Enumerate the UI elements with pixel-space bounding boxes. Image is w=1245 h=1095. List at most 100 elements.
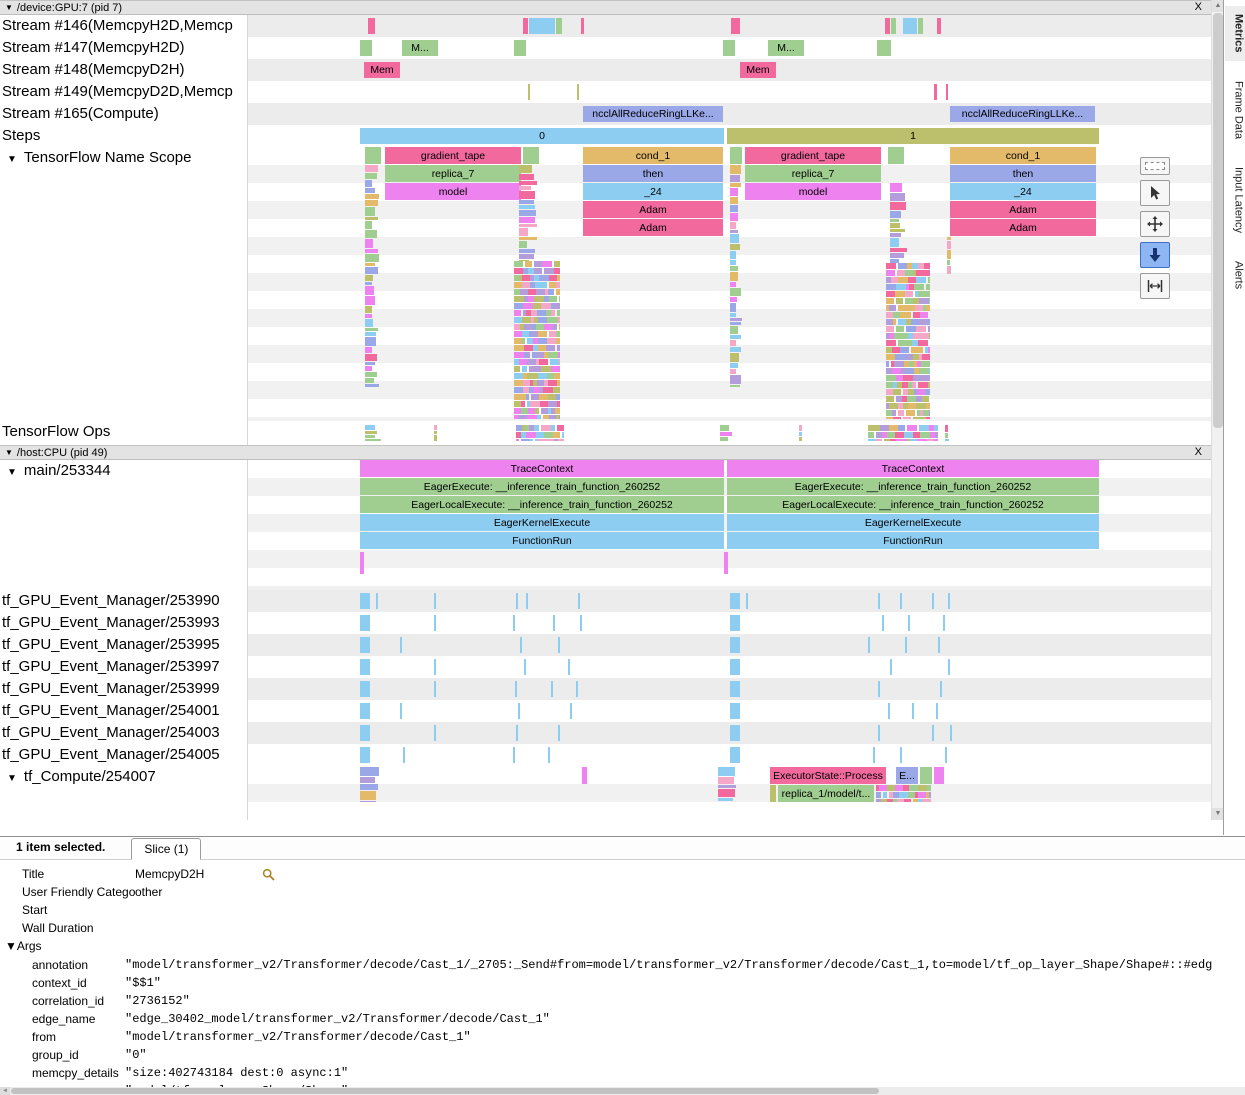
trace-event[interactable] (940, 681, 942, 697)
trace-event[interactable] (580, 615, 582, 631)
trace-event[interactable] (873, 747, 875, 763)
trace-event-eagerexecute-inference-train-function-260252[interactable]: EagerExecute: __inference_train_function… (360, 478, 724, 495)
trace-event[interactable] (948, 593, 950, 609)
trace-event[interactable] (912, 703, 914, 719)
trace-event-m[interactable]: M... (768, 40, 804, 56)
trace-event-tracecontext[interactable]: TraceContext (727, 460, 1099, 477)
trace-event[interactable] (360, 637, 370, 653)
trace-event[interactable] (518, 703, 520, 719)
gpu-section-close-button[interactable]: X (1195, 1, 1202, 14)
trace-event[interactable] (434, 681, 436, 697)
collapse-arrow-icon[interactable]: ▼ (7, 467, 17, 478)
trace-event[interactable] (434, 593, 436, 609)
trace-event-cluster[interactable] (945, 425, 949, 441)
trace-event[interactable] (360, 681, 370, 697)
trace-event-mem[interactable]: Mem (364, 62, 400, 78)
collapse-arrow-icon[interactable]: ▼ (7, 773, 17, 784)
trace-event[interactable] (945, 747, 947, 763)
timing-tool-button[interactable] (1140, 273, 1170, 299)
trace-event[interactable] (515, 681, 517, 697)
trace-event-cluster[interactable] (514, 261, 560, 419)
trace-event[interactable] (730, 659, 740, 675)
trace-event[interactable] (434, 725, 436, 741)
trace-event[interactable] (513, 747, 515, 763)
trace-event-functionrun[interactable]: FunctionRun (360, 532, 724, 549)
trace-event[interactable] (934, 767, 944, 784)
trace-event[interactable] (891, 18, 896, 34)
trace-event[interactable] (516, 725, 518, 741)
trace-event[interactable] (558, 725, 560, 741)
trace-event[interactable] (888, 147, 904, 164)
trace-event-adam[interactable]: Adam (583, 219, 723, 236)
trace-event-adam[interactable]: Adam (950, 219, 1096, 236)
trace-event-model[interactable]: model (745, 183, 881, 200)
trace-event[interactable] (514, 40, 526, 56)
trace-event[interactable] (523, 147, 539, 164)
trace-event[interactable] (582, 767, 587, 784)
trace-event[interactable] (900, 593, 902, 609)
trace-event-cluster[interactable] (886, 263, 930, 419)
trace-event[interactable] (520, 637, 522, 653)
trace-event-functionrun[interactable]: FunctionRun (727, 532, 1099, 549)
trace-event[interactable] (948, 659, 950, 675)
trace-event[interactable] (360, 725, 370, 741)
trace-event[interactable] (730, 147, 742, 164)
trace-event[interactable] (770, 785, 776, 802)
trace-event[interactable] (434, 659, 436, 675)
trace-event[interactable] (368, 18, 375, 34)
trace-event[interactable] (513, 615, 515, 631)
trace-event[interactable] (878, 725, 880, 741)
trace-event[interactable] (360, 659, 370, 675)
trace-event-cluster[interactable] (890, 183, 908, 263)
trace-event[interactable] (730, 747, 740, 763)
trace-event-replica-7[interactable]: replica_7 (745, 165, 881, 182)
trace-event-cluster[interactable] (799, 425, 802, 441)
trace-event[interactable] (551, 681, 553, 697)
trace-event[interactable] (434, 615, 436, 631)
trace-event[interactable] (528, 84, 530, 100)
trace-event[interactable] (577, 84, 579, 100)
trace-event[interactable] (934, 84, 937, 100)
pan-tool-button[interactable] (1140, 211, 1170, 237)
trace-event[interactable] (905, 637, 907, 653)
trace-event-ncclallreduceringllke[interactable]: ncclAllReduceRingLLKe... (583, 106, 723, 122)
trace-event-cluster[interactable] (720, 425, 736, 441)
args-toggle[interactable]: ▼Args (0, 937, 1245, 956)
vertical-scrollbar[interactable]: ▲ ▼ (1211, 0, 1223, 820)
trace-event[interactable] (360, 615, 370, 631)
trace-event[interactable] (868, 637, 870, 653)
trace-event[interactable] (548, 747, 550, 763)
tab-input-latency[interactable]: Input Latency (1225, 159, 1245, 241)
trace-event[interactable] (556, 18, 562, 34)
collapse-arrow-icon[interactable]: ▼ (5, 3, 13, 12)
trace-event[interactable] (918, 18, 923, 34)
trace-event-cluster[interactable] (718, 767, 742, 802)
trace-event-e[interactable]: E... (896, 767, 918, 784)
trace-event-cluster[interactable] (360, 767, 382, 802)
trace-event-1[interactable]: 1 (727, 128, 1099, 144)
trace-event-tracecontext[interactable]: TraceContext (360, 460, 724, 477)
trace-event[interactable] (946, 84, 948, 100)
trace-event-eagerlocalexecute-inference-train-function-260252[interactable]: EagerLocalExecute: __inference_train_fun… (360, 496, 724, 513)
collapse-arrow-icon[interactable]: ▼ (5, 448, 13, 457)
trace-event[interactable] (938, 637, 940, 653)
horizontal-scrollbar-thumb[interactable] (11, 1088, 879, 1094)
trace-event[interactable] (360, 552, 364, 574)
trace-event-replica-1-model-t[interactable]: replica_1/model/t... (778, 785, 874, 802)
trace-event[interactable] (903, 18, 917, 34)
trace-event[interactable] (932, 725, 934, 741)
trace-event[interactable] (730, 681, 740, 697)
trace-event[interactable] (920, 767, 932, 784)
trace-event-24[interactable]: _24 (583, 183, 723, 200)
trace-event-cluster[interactable] (947, 237, 952, 275)
trace-event-mem[interactable]: Mem (740, 62, 776, 78)
trace-event-cluster[interactable] (365, 425, 381, 441)
zoom-tool-button[interactable] (1140, 242, 1170, 268)
trace-event[interactable] (360, 40, 372, 56)
trace-event[interactable] (526, 593, 528, 609)
trace-event-gradient-tape[interactable]: gradient_tape (385, 147, 521, 164)
collapse-arrow-icon[interactable]: ▼ (7, 154, 17, 165)
trace-event-cluster[interactable] (519, 165, 537, 261)
trace-event-cluster[interactable] (868, 425, 938, 441)
trace-event-model[interactable]: model (385, 183, 521, 200)
